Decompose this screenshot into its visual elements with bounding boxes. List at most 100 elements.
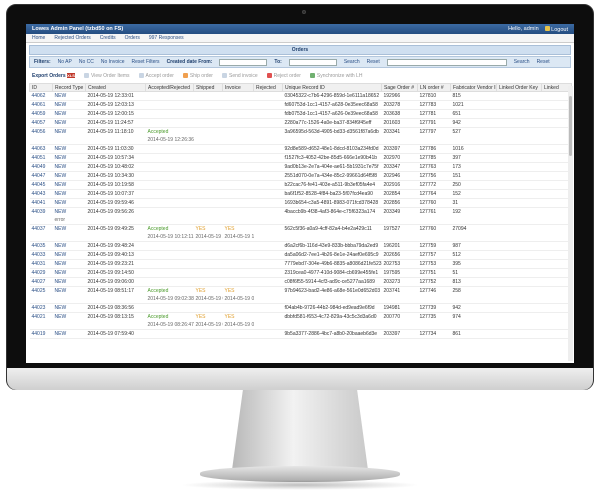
row-accepted bbox=[145, 180, 194, 190]
row-linked bbox=[541, 127, 572, 145]
table-row[interactable]: 44031 NEW 2014-05-19 09:23:21 7779ebd7-304e… bbox=[29, 259, 572, 269]
accept-order-button[interactable]: Accept order bbox=[138, 73, 174, 79]
col-accepted[interactable]: Accepted/Rejected bbox=[145, 83, 194, 92]
synchronize-button[interactable]: Synchronize with LH bbox=[309, 73, 362, 79]
table-row[interactable]: 44041 NEW 2014-05-19 09:59:46 1693b654-c3a5… bbox=[29, 198, 572, 208]
table-row[interactable]: 44033 NEW 2014-05-19 09:40:13 da5a06d2-7ee1… bbox=[29, 250, 572, 260]
row-record-type: NEW bbox=[52, 303, 86, 313]
view-order-items-button[interactable]: View Order Items bbox=[84, 73, 130, 79]
row-ln-order: 127772 bbox=[417, 180, 451, 190]
col-record-type[interactable]: Record Type bbox=[52, 83, 86, 92]
row-sage-order: 203347 bbox=[381, 162, 418, 172]
row-invoice bbox=[222, 250, 254, 260]
table-row[interactable]: 44051 NEW 2014-05-19 10:57:34 f1527fc3-4052… bbox=[29, 153, 572, 163]
reject-order-button[interactable]: Reject order bbox=[266, 73, 301, 79]
row-shipped bbox=[193, 118, 223, 128]
row-linked bbox=[541, 153, 572, 163]
text-search-input[interactable] bbox=[386, 58, 507, 66]
table-row[interactable]: 44047 NEW 2014-05-19 10:34:30 2551d070-0e7a… bbox=[29, 171, 572, 181]
row-created: 2014-05-19 10:07:37 bbox=[85, 189, 146, 199]
row-id: 44033 bbox=[29, 250, 53, 260]
col-ln-order[interactable]: LN order # bbox=[417, 83, 451, 92]
table-row[interactable]: 44062 NEW 2014-05-19 12:33:01 03045322-c7b6… bbox=[29, 91, 572, 101]
row-ln-order: 127763 bbox=[417, 162, 451, 172]
row-accepted bbox=[145, 144, 194, 154]
row-sage-order: 196201 bbox=[381, 241, 418, 251]
table-row[interactable]: 44037 NEW 2014-05-19 09:49:25 Accepted 2014-… bbox=[29, 224, 572, 242]
row-rejected bbox=[253, 162, 283, 172]
filter-no-invoice[interactable]: No Invoice bbox=[101, 59, 125, 65]
table-row[interactable]: 44023 NEW 2014-05-19 08:36:56 f04ab4b-9726-… bbox=[29, 303, 572, 313]
scrollbar[interactable] bbox=[568, 86, 573, 361]
date-search-button[interactable]: Search bbox=[344, 59, 360, 65]
col-created[interactable]: Created bbox=[85, 83, 146, 92]
table-row[interactable]: 44059 NEW 2014-05-19 12:00:15 fdb0753d-1cc1… bbox=[29, 109, 572, 119]
export-orders-button[interactable]: Export Orders XLS bbox=[32, 72, 76, 79]
col-unique-id[interactable]: Unique Record ID bbox=[282, 83, 382, 92]
filter-no-cc[interactable]: No CC bbox=[79, 59, 94, 65]
row-created: 2014-05-19 08:51:17 bbox=[85, 286, 146, 304]
row-rejected bbox=[253, 207, 283, 225]
logout-button[interactable]: Logout bbox=[544, 25, 568, 33]
row-accepted bbox=[145, 207, 194, 225]
row-linked bbox=[541, 268, 572, 278]
monitor-stand bbox=[232, 390, 368, 470]
table-row[interactable]: 44049 NEW 2014-05-19 10:48:02 9ad0b13e-2e7a… bbox=[29, 162, 572, 172]
row-invoice bbox=[222, 189, 254, 199]
row-unique-id: da5a06d2-7ee1-4b26-8e1e-24aef0e695c9 bbox=[282, 250, 382, 260]
row-sage-order: 201603 bbox=[381, 118, 418, 128]
nav-credits[interactable]: Credits bbox=[100, 35, 116, 41]
row-shipped bbox=[193, 180, 223, 190]
col-rejected[interactable]: Rejected bbox=[253, 83, 283, 92]
text-reset-button[interactable]: Reset bbox=[537, 59, 550, 65]
table-row[interactable]: 44035 NEW 2014-05-19 09:48:24 d6a2cf6b-116d… bbox=[29, 241, 572, 251]
row-rejected bbox=[253, 259, 283, 269]
nav-rejected-orders[interactable]: Rejected Orders bbox=[54, 35, 90, 41]
row-sage-order: 194981 bbox=[381, 303, 418, 313]
row-invoice bbox=[222, 180, 254, 190]
table-row[interactable]: 44027 NEW 2014-05-19 09:06:00 c08f6f55-5914… bbox=[29, 277, 572, 287]
filter-no-ap[interactable]: No AP bbox=[58, 59, 72, 65]
row-shipped bbox=[193, 91, 223, 101]
col-linked-key[interactable]: Linked Order Key bbox=[496, 83, 542, 92]
nav-home[interactable]: Home bbox=[32, 35, 45, 41]
table-row[interactable]: 44039 NEW error 2014-05-19 09:56:26 4baccb9b… bbox=[29, 207, 572, 225]
row-rejected bbox=[253, 224, 283, 242]
row-record-type: NEW bbox=[52, 118, 86, 128]
table-row[interactable]: 44056 NEW 2014-05-19 11:18:10 Accepted 2014-… bbox=[29, 127, 572, 145]
col-id[interactable]: ID bbox=[29, 83, 53, 92]
date-reset-button[interactable]: Reset bbox=[367, 59, 380, 65]
table-row[interactable]: 44045 NEW 2014-05-19 10:19:58 b22cac76-fe41… bbox=[29, 180, 572, 190]
row-linked bbox=[541, 109, 572, 119]
row-unique-id: 2280a77c-1526-4a0e-ba37-834f6f45eff bbox=[282, 118, 382, 128]
table-body: 44062 NEW 2014-05-19 12:33:01 03045322-c7b6… bbox=[29, 91, 572, 339]
table-row[interactable]: 44061 NEW 2014-05-19 12:03:13 fd60753d-1cc1… bbox=[29, 100, 572, 110]
table-row[interactable]: 44029 NEW 2014-05-19 09:14:50 2319cea0-4977… bbox=[29, 268, 572, 278]
col-shipped[interactable]: Shipped bbox=[193, 83, 223, 92]
table-row[interactable]: 44057 NEW 2014-05-19 11:24:57 2280a77c-1526… bbox=[29, 118, 572, 128]
nav-997-responses[interactable]: 997 Responses bbox=[149, 35, 184, 41]
table-row[interactable]: 44043 NEW 2014-05-19 10:07:37 ba6f1f52-8528… bbox=[29, 189, 572, 199]
date-to-input[interactable] bbox=[288, 58, 337, 66]
row-unique-id: f04ab4b-9726-44b2-984d-ed9ead9e6f9d bbox=[282, 303, 382, 313]
row-sage-order: 197527 bbox=[381, 224, 418, 242]
table-row[interactable]: 44025 NEW 2014-05-19 08:51:17 Accepted 2014-… bbox=[29, 286, 572, 304]
row-shipped bbox=[193, 109, 223, 119]
date-from-input[interactable] bbox=[219, 58, 268, 66]
nav-orders[interactable]: Orders bbox=[125, 35, 140, 41]
send-invoice-button[interactable]: Send invoice bbox=[221, 73, 258, 79]
row-unique-id: ba6f1f52-8528-4f84-ba23-5f07fcd4ea90 bbox=[282, 189, 382, 199]
col-sage-order[interactable]: Sage Order # bbox=[381, 83, 418, 92]
col-invoice[interactable]: Invoice bbox=[222, 83, 254, 92]
col-linked[interactable]: Linked bbox=[541, 83, 572, 92]
reset-filters-button[interactable]: Reset Filters bbox=[132, 59, 160, 65]
row-record-type: NEW bbox=[52, 153, 86, 163]
table-row[interactable]: 44019 NEW 2014-05-19 07:59:40 9b5a3377-2886… bbox=[29, 329, 572, 339]
text-search-button[interactable]: Search bbox=[514, 59, 530, 65]
scrollbar-thumb[interactable] bbox=[569, 96, 572, 156]
col-fabricator[interactable]: Fabricator Vendor ID bbox=[450, 83, 497, 92]
row-accepted bbox=[145, 189, 194, 199]
table-row[interactable]: 44021 NEW 2014-05-19 08:13:15 Accepted 2014-… bbox=[29, 312, 572, 330]
table-row[interactable]: 44063 NEW 2014-05-19 11:03:30 92d8e589-d652… bbox=[29, 144, 572, 154]
ship-order-button[interactable]: Ship order bbox=[182, 73, 213, 79]
